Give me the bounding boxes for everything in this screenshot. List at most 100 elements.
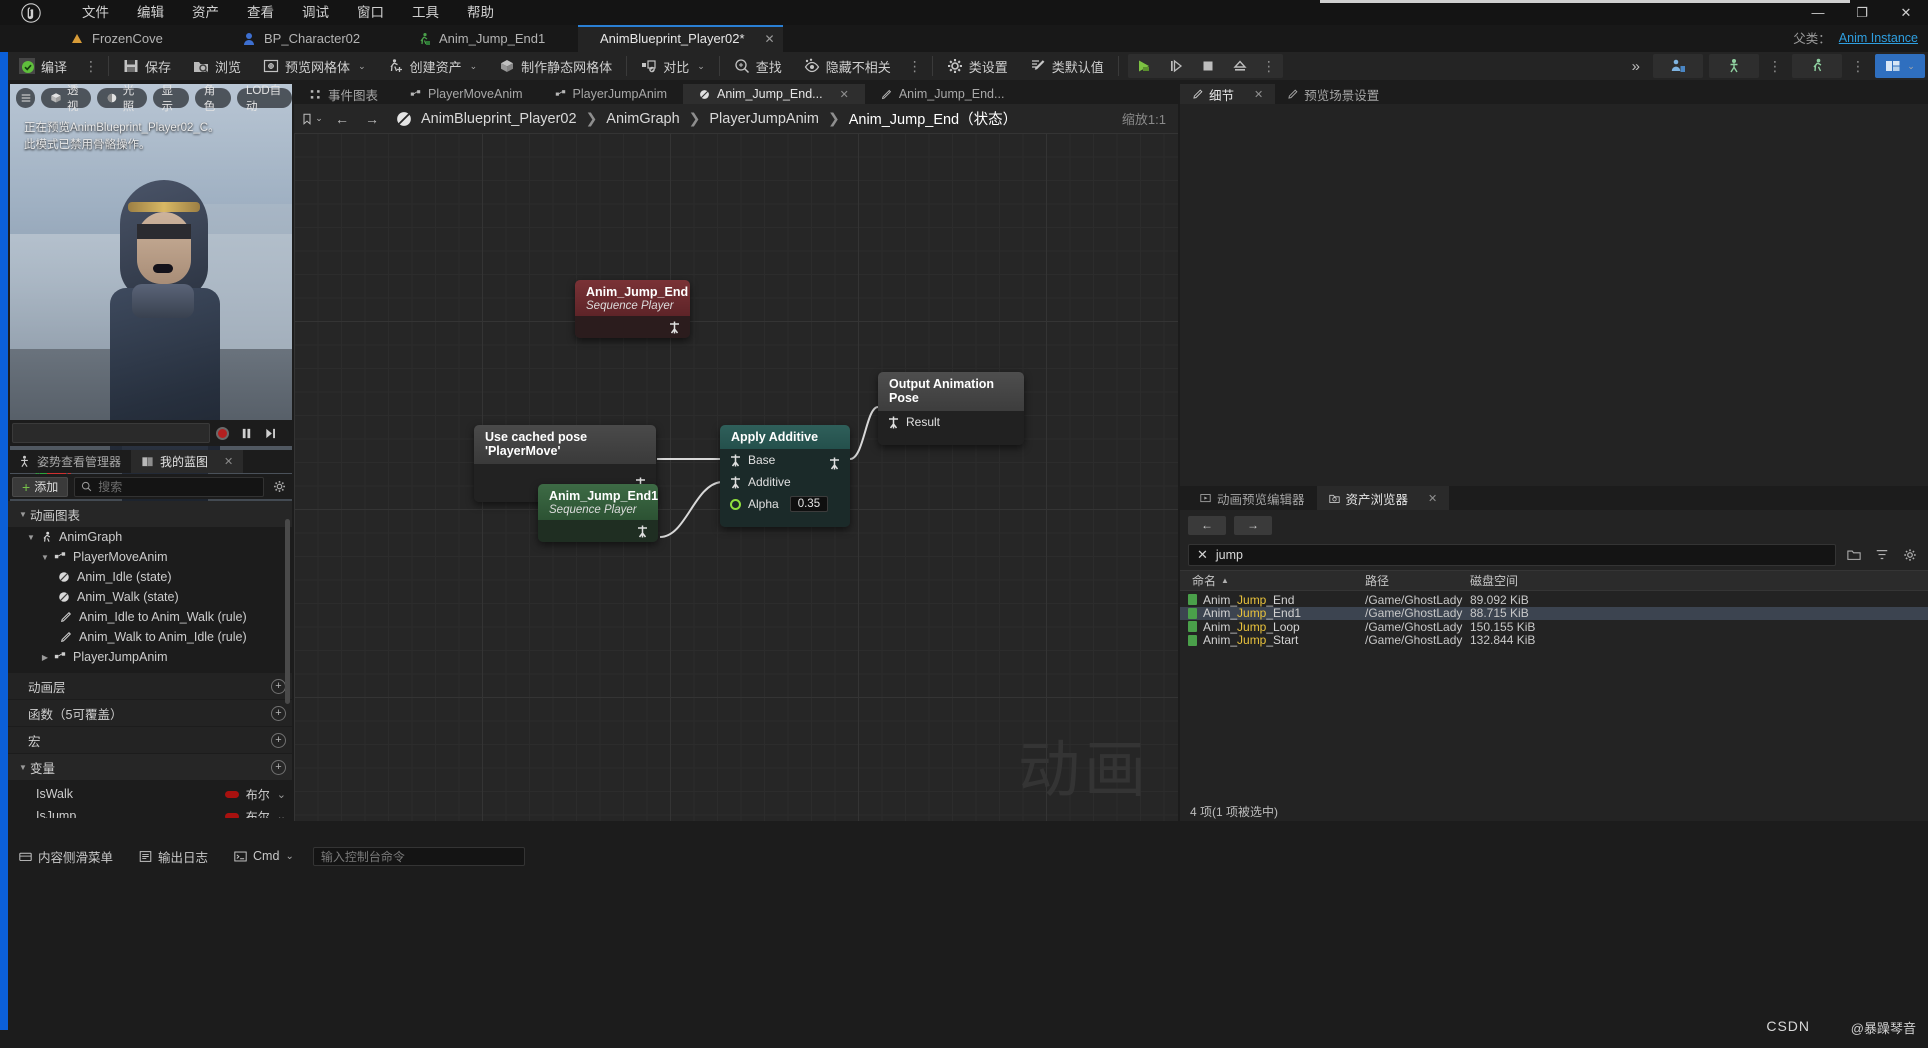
make-static-mesh-button[interactable]: 制作静态网格体	[488, 52, 623, 80]
asset-row[interactable]: Anim_Jump_Start /Game/GhostLady 132.844 …	[1180, 633, 1928, 647]
tree-item-anim-walk-state[interactable]: Anim_Walk (state)	[8, 587, 292, 607]
maximize-button[interactable]: ❐	[1840, 0, 1884, 25]
chip-2-options[interactable]: ⋮	[1762, 59, 1789, 73]
minimize-button[interactable]: —	[1796, 0, 1840, 25]
folder-icon[interactable]	[1844, 545, 1864, 565]
hamburger-icon[interactable]	[16, 88, 36, 108]
browse-button[interactable]: 浏览	[182, 52, 252, 80]
viewport-lighting-button[interactable]: 光照	[96, 85, 147, 113]
node-output-pose[interactable]	[538, 520, 658, 542]
tree-item-playerjumpanim[interactable]: PlayerJumpAnim	[8, 647, 292, 667]
diff-button[interactable]: 对比 ⌄	[630, 52, 716, 80]
save-button[interactable]: 保存	[112, 52, 182, 80]
tree-scrollbar[interactable]	[285, 519, 290, 704]
close-icon[interactable]: ✕	[840, 88, 849, 101]
add-variable-button[interactable]: +	[271, 759, 286, 775]
details-panel[interactable]	[1180, 104, 1928, 486]
tree-item-variable-isjump[interactable]: IsJump 布尔 ⌄	[8, 805, 292, 818]
bookmark-button[interactable]: ⌄	[300, 108, 324, 130]
node-anim-jump-end1[interactable]: Anim_Jump_End1 Sequence Player	[538, 484, 658, 542]
cmd-selector[interactable]: Cmd ⌄	[223, 843, 305, 869]
timeline-scrubber[interactable]	[12, 423, 210, 443]
menu-item-window[interactable]: 窗口	[343, 0, 398, 25]
tree-item-variable-iswalk[interactable]: IsWalk 布尔 ⌄	[8, 783, 292, 805]
node-output-animation-pose[interactable]: Output Animation Pose Result	[878, 372, 1024, 445]
tab-details[interactable]: 细节 ✕	[1180, 84, 1276, 104]
viewport-lod-button[interactable]: LOD自动	[237, 85, 292, 113]
asset-tab-animblueprint-player02[interactable]: AnimBlueprint_Player02* ✕	[578, 25, 783, 52]
step-button[interactable]	[1160, 52, 1192, 80]
tab-asset-browser[interactable]: 资产浏览器 ✕	[1316, 486, 1450, 510]
settings-chip-1[interactable]	[1653, 54, 1703, 78]
chevron-down-icon[interactable]: ⌄	[1907, 61, 1915, 72]
asset-row[interactable]: Anim_Jump_End1 /Game/GhostLady 88.715 Ki…	[1180, 606, 1928, 620]
tree-item-animgraph[interactable]: AnimGraph	[8, 527, 292, 547]
settings-chip-3[interactable]	[1792, 54, 1842, 78]
add-button[interactable]: + 添加	[12, 476, 69, 497]
chevron-right-icon[interactable]	[38, 653, 52, 662]
close-window-button[interactable]: ✕	[1884, 0, 1928, 25]
node-input-alpha[interactable]: Alpha 0.35	[720, 493, 850, 515]
my-blueprint-tree[interactable]: 动画图表 AnimGraph PlayerMoveAnim Anim_Idle …	[8, 501, 292, 818]
tab-preview-scene-settings[interactable]: 预览场景设置	[1275, 84, 1391, 104]
close-icon[interactable]: ✕	[1428, 492, 1437, 505]
asset-browser-list[interactable]: Anim_Jump_End /Game/GhostLady 89.092 KiB…	[1180, 591, 1928, 647]
class-settings-button[interactable]: 类设置	[936, 52, 1019, 80]
column-header-name[interactable]: 命名 ▲	[1180, 572, 1365, 589]
pose-pin-icon[interactable]	[637, 525, 648, 538]
tree-section-anim-graphs[interactable]: 动画图表	[8, 501, 292, 527]
asset-row[interactable]: Anim_Jump_End /Game/GhostLady 89.092 KiB	[1180, 593, 1928, 607]
menu-item-file[interactable]: 文件	[68, 0, 123, 25]
compile-options-button[interactable]: ⋮	[78, 59, 105, 73]
graph-tab-playerjumpanim[interactable]: PlayerJumpAnim	[539, 84, 683, 104]
chevron-down-icon[interactable]	[16, 510, 30, 519]
asset-browser-forward-button[interactable]: →	[1234, 515, 1272, 535]
hide-unrelated-options-button[interactable]: ⋮	[902, 59, 929, 73]
my-blueprint-settings-icon[interactable]	[270, 478, 288, 496]
chevron-down-icon[interactable]: ⌄	[277, 810, 286, 819]
chevron-down-icon[interactable]	[16, 763, 30, 772]
stop-button[interactable]	[1192, 52, 1224, 80]
menu-item-tools[interactable]: 工具	[398, 0, 453, 25]
filter-icon[interactable]	[1872, 545, 1892, 565]
unreal-logo-icon[interactable]	[8, 0, 54, 25]
node-apply-additive[interactable]: Apply Additive Base Additive Alpha 0.35	[720, 425, 850, 527]
tree-item-rule-walk-to-idle[interactable]: Anim_Walk to Anim_Idle (rule)	[8, 627, 292, 647]
tree-item-anim-idle-state[interactable]: Anim_Idle (state)	[8, 567, 292, 587]
close-icon[interactable]: ✕	[765, 32, 775, 46]
clear-search-icon[interactable]: ✕	[1197, 547, 1208, 563]
graph-tab-anim-jump-end-rule[interactable]: Anim_Jump_End...	[865, 84, 1021, 104]
back-button[interactable]: ←	[330, 108, 354, 130]
anim-graph-canvas[interactable]: Anim_Jump_End Sequence Player Use cached…	[294, 133, 1178, 821]
hide-unrelated-button[interactable]: 隐藏不相关	[793, 52, 902, 80]
add-function-button[interactable]: +	[271, 705, 286, 721]
graph-tab-playermoveanim[interactable]: PlayerMoveAnim	[394, 84, 538, 104]
step-forward-button[interactable]	[258, 421, 282, 445]
menu-item-view[interactable]: 查看	[233, 0, 288, 25]
parent-class-link[interactable]: Anim Instance	[1839, 31, 1918, 45]
forward-button[interactable]: →	[360, 108, 384, 130]
content-drawer-button[interactable]: 内容侧滑菜单	[8, 843, 124, 869]
menu-item-debug[interactable]: 调试	[288, 0, 343, 25]
pause-button[interactable]	[234, 421, 258, 445]
viewport-show-button[interactable]: 显示	[152, 85, 189, 113]
tab-my-blueprint[interactable]: 我的蓝图 ✕	[131, 450, 244, 473]
close-icon[interactable]: ✕	[224, 455, 233, 468]
eject-button[interactable]	[1224, 52, 1256, 80]
output-log-button[interactable]: 输出日志	[128, 843, 219, 869]
chevron-down-icon[interactable]: ⌄	[315, 113, 323, 124]
chevron-down-icon[interactable]	[38, 553, 52, 562]
tab-pose-watch-manager[interactable]: 姿势查看管理器	[8, 450, 131, 473]
pose-pin-icon[interactable]	[829, 457, 840, 470]
add-macro-button[interactable]: +	[271, 732, 286, 748]
menu-item-asset[interactable]: 资产	[178, 0, 233, 25]
alpha-value-input[interactable]: 0.35	[789, 496, 829, 512]
column-header-size[interactable]: 磁盘空间	[1470, 572, 1928, 589]
pose-pin-icon[interactable]	[669, 321, 680, 334]
viewport-perspective-button[interactable]: 透视	[41, 85, 91, 113]
node-input-result[interactable]: Result	[878, 411, 1024, 433]
tree-section-functions[interactable]: 函数（5可覆盖） +	[8, 700, 292, 726]
settings-chip-2[interactable]	[1709, 54, 1759, 78]
console-command-input[interactable]: 输入控制台命令	[312, 846, 525, 866]
chevron-down-icon[interactable]: ⌄	[470, 61, 478, 72]
